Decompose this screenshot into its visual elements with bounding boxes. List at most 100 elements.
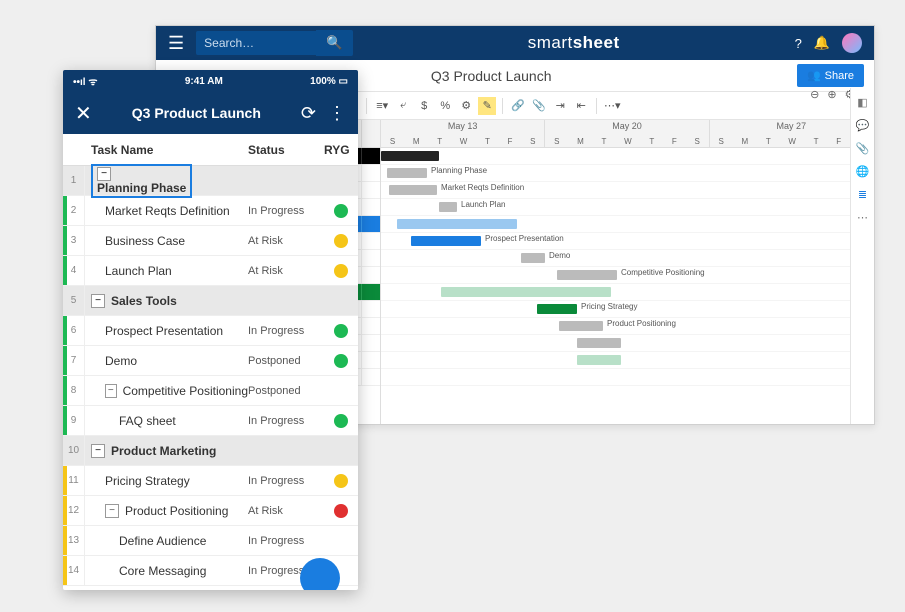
list-item[interactable]: 10−Product Marketing <box>63 436 358 466</box>
col-status[interactable]: Status <box>248 143 324 157</box>
format-button[interactable]: ⚙ <box>457 97 475 115</box>
list-item[interactable]: 13Define AudienceIn Progress <box>63 526 358 556</box>
details-icon[interactable]: ◧ <box>857 96 867 109</box>
calendar-header: May 13SMTWTFSMay 20SMTWTFSMay 27SMTWTFS <box>381 120 874 148</box>
gantt-bar[interactable] <box>381 151 439 161</box>
menu-icon[interactable]: ☰ <box>168 33 184 54</box>
gantt-bar-label: Launch Plan <box>461 200 505 209</box>
gantt-bar-label: Product Positioning <box>607 319 676 328</box>
ryg-dot <box>334 504 348 518</box>
attachments-icon[interactable]: 📎 <box>856 142 870 155</box>
layers-icon[interactable]: ≣ <box>858 188 867 201</box>
gantt-row[interactable] <box>381 352 874 369</box>
ellipsis-icon[interactable]: ⋯ <box>857 211 868 224</box>
gantt-bar-label: Pricing Strategy <box>581 302 637 311</box>
gantt-row[interactable] <box>381 335 874 352</box>
list-item[interactable]: 6Prospect PresentationIn Progress <box>63 316 358 346</box>
link-icon[interactable]: 🔗 <box>509 97 527 115</box>
gantt-row[interactable] <box>381 284 874 301</box>
gantt-bar-label: Planning Phase <box>431 166 487 175</box>
gantt-row[interactable]: Product Positioning <box>381 318 874 335</box>
list-item[interactable]: 11Pricing StrategyIn Progress <box>63 466 358 496</box>
refresh-icon[interactable]: ⟳ <box>301 103 316 124</box>
col-ryg[interactable]: RYG <box>324 143 358 157</box>
gantt-row[interactable]: Pricing Strategy <box>381 301 874 318</box>
gantt-bar[interactable] <box>439 202 457 212</box>
zoom-in-icon[interactable]: ⊕ <box>827 88 836 101</box>
gantt-bar-label: Demo <box>549 251 570 260</box>
gantt-row[interactable] <box>381 216 874 233</box>
gantt-bar[interactable] <box>577 338 621 348</box>
gantt-chart: May 13SMTWTFSMay 20SMTWTFSMay 27SMTWTFS … <box>381 120 874 424</box>
right-rail: ◧ 💬 📎 🌐 ≣ ⋯ <box>850 88 874 424</box>
gantt-row[interactable] <box>381 369 874 386</box>
gantt-row[interactable]: Market Reqts Definition <box>381 182 874 199</box>
list-item[interactable]: 8−Competitive PositioningPostponed <box>63 376 358 406</box>
gantt-row[interactable]: Planning Phase <box>381 165 874 182</box>
expand-toggle[interactable]: − <box>97 167 111 181</box>
close-icon[interactable]: ✕ <box>75 101 92 126</box>
help-icon[interactable]: ? <box>795 36 802 51</box>
gantt-bar[interactable] <box>397 219 517 229</box>
list-item[interactable]: 4Launch PlanAt Risk <box>63 256 358 286</box>
gantt-bar[interactable] <box>557 270 617 280</box>
gantt-bar[interactable] <box>577 355 621 365</box>
outdent-button[interactable]: ⇤ <box>572 97 590 115</box>
list-item[interactable]: 12−Product PositioningAt Risk <box>63 496 358 526</box>
gantt-row[interactable]: Demo <box>381 250 874 267</box>
ryg-dot <box>334 324 348 338</box>
mobile-device: ••ıl ᯤ 9:41 AM 100% ▭ ✕ Q3 Product Launc… <box>63 70 358 590</box>
gantt-bar[interactable] <box>389 185 437 195</box>
ryg-dot <box>334 414 348 428</box>
kebab-icon[interactable]: ⋮ <box>328 103 346 124</box>
ryg-dot <box>334 234 348 248</box>
gantt-row[interactable]: Launch Plan <box>381 199 874 216</box>
gantt-row[interactable]: Prospect Presentation <box>381 233 874 250</box>
more-button[interactable]: ⋯▾ <box>603 97 621 115</box>
col-task-name[interactable]: Task Name <box>85 143 248 157</box>
search-input[interactable] <box>196 31 316 55</box>
list-item[interactable]: 7DemoPostponed <box>63 346 358 376</box>
gantt-row[interactable]: Competitive Positioning <box>381 267 874 284</box>
align-button[interactable]: ≡▾ <box>373 97 391 115</box>
search-button[interactable]: 🔍 <box>316 30 353 56</box>
status-battery: 100% ▭ <box>310 76 348 87</box>
list-item[interactable]: 2Market Reqts DefinitionIn Progress <box>63 196 358 226</box>
comments-icon[interactable]: 💬 <box>856 119 870 132</box>
ryg-dot <box>334 474 348 488</box>
gantt-bar[interactable] <box>537 304 577 314</box>
mobile-header: ✕ Q3 Product Launch ⟳ ⋮ <box>63 92 358 134</box>
status-time: 9:41 AM <box>185 76 223 87</box>
expand-toggle[interactable]: − <box>105 504 119 518</box>
fab-add-button[interactable] <box>300 558 340 590</box>
list-item[interactable]: 5−Sales Tools <box>63 286 358 316</box>
gantt-row[interactable] <box>381 148 874 165</box>
globe-icon[interactable]: 🌐 <box>856 165 870 178</box>
gantt-bar[interactable] <box>411 236 481 246</box>
zoom-out-icon[interactable]: ⊖ <box>810 88 819 101</box>
wrap-button[interactable]: ⤶ <box>394 97 412 115</box>
ryg-dot <box>334 204 348 218</box>
people-icon: 👥 <box>807 69 821 82</box>
list-item[interactable]: 3Business CaseAt Risk <box>63 226 358 256</box>
ryg-dot <box>334 354 348 368</box>
list-item[interactable]: 1− Planning Phase <box>63 166 358 196</box>
expand-toggle[interactable]: − <box>91 444 105 458</box>
currency-button[interactable]: $ <box>415 97 433 115</box>
gantt-bar[interactable] <box>387 168 427 178</box>
gantt-bar-label: Competitive Positioning <box>621 268 705 277</box>
attach-icon[interactable]: 📎 <box>530 97 548 115</box>
list-item[interactable]: 9FAQ sheetIn Progress <box>63 406 358 436</box>
gantt-bar[interactable] <box>441 287 611 297</box>
expand-toggle[interactable]: − <box>105 384 117 398</box>
gantt-bar[interactable] <box>559 321 603 331</box>
indent-button[interactable]: ⇥ <box>551 97 569 115</box>
mobile-column-headers: Task Name Status RYG <box>63 134 358 166</box>
avatar[interactable] <box>842 33 862 53</box>
gantt-bar[interactable] <box>521 253 545 263</box>
expand-toggle[interactable]: − <box>91 294 105 308</box>
bell-icon[interactable]: 🔔 <box>814 35 830 51</box>
share-button[interactable]: 👥Share <box>797 64 864 87</box>
highlight-button[interactable]: ✎ <box>478 97 496 115</box>
percent-button[interactable]: % <box>436 97 454 115</box>
